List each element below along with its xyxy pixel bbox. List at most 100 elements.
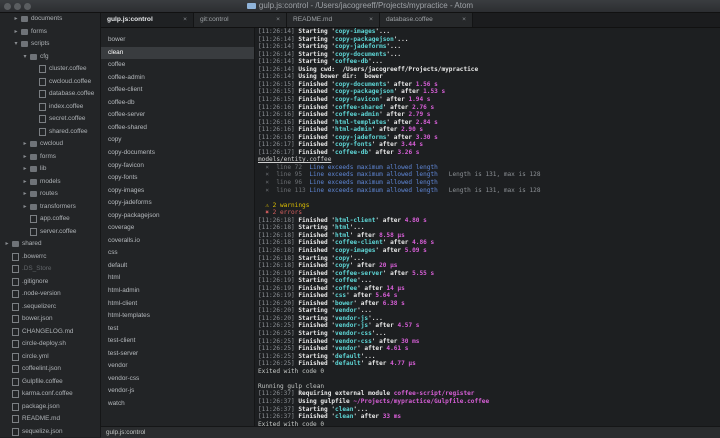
tree-file[interactable]: circle-deploy.sh [0,338,100,350]
chevron-right-icon[interactable]: ▸ [22,201,28,213]
chevron-right-icon[interactable]: ▸ [22,176,28,188]
tree-folder[interactable]: ▸ cwcloud [0,138,100,150]
chevron-right-icon[interactable]: ▸ [13,13,19,25]
gulp-task-item[interactable]: test-client [101,335,254,348]
gulp-task-item[interactable]: vendor [101,360,254,373]
tree-file[interactable]: index.coffee [0,101,100,113]
gulp-task-item[interactable]: test-server [101,348,254,361]
gulp-task-item[interactable]: bower [101,34,254,47]
chevron-right-icon[interactable]: ▸ [13,26,19,38]
chevron-down-icon[interactable]: ▾ [13,38,19,50]
tree-folder[interactable]: ▸ routes [0,188,100,200]
gulp-task-item[interactable]: default [101,260,254,273]
gulp-task-item[interactable]: copy-favicon [101,160,254,173]
tree-file[interactable]: secret.coffee [0,113,100,125]
tab-close-icon[interactable]: × [276,13,280,27]
tree-file[interactable]: CHANGELOG.md [0,326,100,338]
chevron-right-icon[interactable]: ▸ [22,151,28,163]
tree-file[interactable]: database.coffee [0,88,100,100]
tree-file[interactable]: server.coffee [0,226,100,238]
tree-file[interactable]: .DS_Store [0,263,100,275]
gulp-task-item[interactable]: coffee [101,59,254,72]
tree-file[interactable]: .node-version [0,288,100,300]
tree-file[interactable]: cluster.coffee [0,63,100,75]
gulp-task-item[interactable]: copy-jadeforms [101,197,254,210]
project-tree[interactable]: ▸ documents ▸ forms ▾ scripts ▾ cfg cluster.coff… [0,13,101,437]
gulp-task-item[interactable]: copy-images [101,185,254,198]
tree-file[interactable]: package.json [0,401,100,413]
tree-folder[interactable]: ▾ scripts [0,38,100,50]
tree-file[interactable]: app.coffee [0,213,100,225]
tree-folder[interactable]: ▸ shared [0,238,100,250]
console-segment: 5.64 s [375,292,398,300]
tree-file[interactable]: sequelize.json [0,426,100,438]
tree-file[interactable]: coffeelint.json [0,363,100,375]
tree-file[interactable]: bower.json [0,313,100,325]
gulp-task-item[interactable]: clean [101,46,254,60]
chevron-right-icon[interactable]: ▸ [22,188,28,200]
gulp-task-item[interactable]: html-admin [101,285,254,298]
gulp-task-item[interactable]: copy [101,134,254,147]
tab-close-icon[interactable]: × [183,13,187,27]
gulp-task-item[interactable]: html-templates [101,310,254,323]
tab[interactable]: gulp.js:control × [101,13,194,27]
tree-folder[interactable]: ▸ transformers [0,201,100,213]
console-segment: Finished ' [298,345,336,353]
gulp-task-item[interactable]: coffee-admin [101,72,254,85]
tree-folder[interactable]: ▸ models [0,176,100,188]
console-segment: Line exceeds maximum allowed length [309,179,438,186]
tree-folder[interactable]: ▾ cfg [0,51,100,63]
gulp-task-item[interactable]: test [101,323,254,336]
tree-file[interactable]: .sequelizerc [0,301,100,313]
chevron-right-icon[interactable]: ▸ [22,163,28,175]
gulp-output-console[interactable]: [11:26:14] Starting 'copy-images'... [11:… [258,28,718,426]
gulp-task-item[interactable]: coffee-server [101,109,254,122]
gulp-task-item[interactable]: html-client [101,298,254,311]
gulp-task-item[interactable]: copy-documents [101,147,254,160]
tree-file[interactable]: shared.coffee [0,126,100,138]
tab[interactable]: README.md × [287,13,380,27]
gulp-task-item[interactable]: html [101,272,254,285]
console-segment: 30 ms [401,337,420,345]
gulp-task-item[interactable]: vendor-js [101,385,254,398]
tab[interactable]: git:control × [194,13,287,27]
tree-folder[interactable]: ▸ forms [0,151,100,163]
console-segment: ' after [379,95,409,103]
console-line: ✖ 2 errors [258,209,302,217]
gulp-task-item[interactable]: coffee-db [101,97,254,110]
tree-file[interactable]: README.md [0,413,100,425]
gulp-task-item[interactable]: coffee-shared [101,122,254,135]
console-segment: [11:26:20] [258,314,299,322]
console-line: [11:26:18] Finished 'coffee-client' afte… [258,239,434,247]
gulp-task-item[interactable]: vendor-css [101,373,254,386]
gulp-task-item[interactable]: coffee-client [101,84,254,97]
tab[interactable]: database.coffee × [380,13,473,27]
chevron-down-icon[interactable]: ▾ [22,51,28,63]
console-segment: ' after [379,111,409,119]
tree-file[interactable]: Gulpfile.coffee [0,376,100,388]
tree-file[interactable]: .bowerrc [0,251,100,263]
gulp-task-item[interactable]: coverage [101,222,254,235]
folder-icon [30,141,37,147]
gulp-task-item[interactable]: coveralls.io [101,235,254,248]
tree-file[interactable]: karma.conf.coffee [0,388,100,400]
chevron-right-icon[interactable]: ▸ [22,138,28,150]
tree-folder[interactable]: ▸ documents [0,13,100,25]
gulp-task-list[interactable]: bower clean coffee coffee-admin coffee-clien… [101,28,255,426]
file-icon [39,77,46,86]
tab-close-icon[interactable]: × [462,13,466,27]
tab-close-icon[interactable]: × [369,13,373,27]
gulp-task-item[interactable]: watch [101,398,254,411]
console-line: [11:26:25] Starting 'vendor-css'... [258,330,386,338]
tree-file[interactable]: circle.yml [0,351,100,363]
chevron-right-icon[interactable]: ▸ [4,238,10,250]
tree-folder[interactable]: ▸ lib [0,163,100,175]
gulp-task-item[interactable]: copy-packagejson [101,210,254,223]
tree-file[interactable]: cwcloud.coffee [0,76,100,88]
console-line: [11:26:17] Finished 'copy-fonts' after 3… [258,141,423,149]
gulp-task-item[interactable]: copy-fonts [101,172,254,185]
gulp-task-item[interactable]: css [101,247,254,260]
tree-file[interactable]: .gitignore [0,276,100,288]
file-icon [39,90,46,98]
tree-folder[interactable]: ▸ forms [0,26,100,38]
